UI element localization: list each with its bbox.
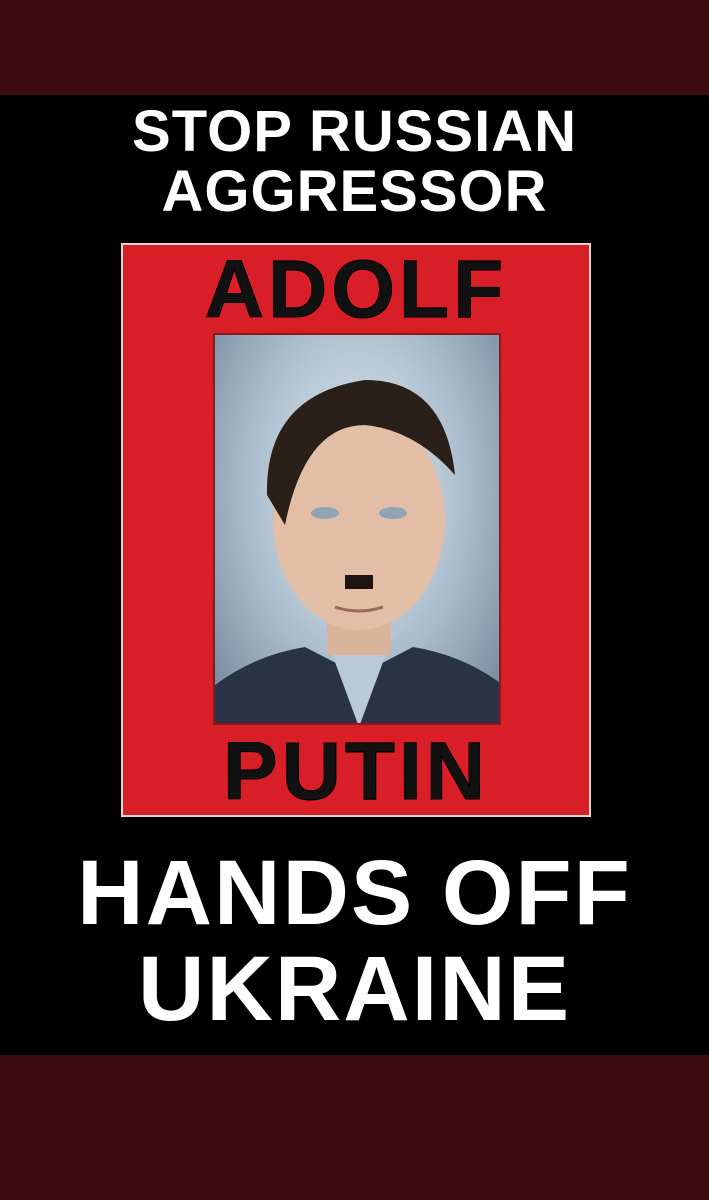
portrait-illustration (215, 380, 499, 723)
bottom-band (0, 1055, 709, 1200)
frame-bottom-name: PUTIN (223, 726, 489, 817)
frame-top-name: ADOLF (204, 244, 508, 335)
portrait-photo (213, 333, 501, 725)
red-portrait-frame: ADOLF PUTIN (121, 243, 591, 817)
headline-line2: AGGRESSOR (161, 159, 548, 224)
poster: STOP RUSSIAN AGGRESSOR ADOLF PUTIN HANDS… (0, 95, 709, 1055)
footer-line1: HANDS OFF (77, 842, 632, 944)
headline-line1: STOP RUSSIAN (132, 99, 577, 164)
footer-line2: UKRAINE (137, 938, 572, 1040)
top-band (0, 0, 709, 95)
